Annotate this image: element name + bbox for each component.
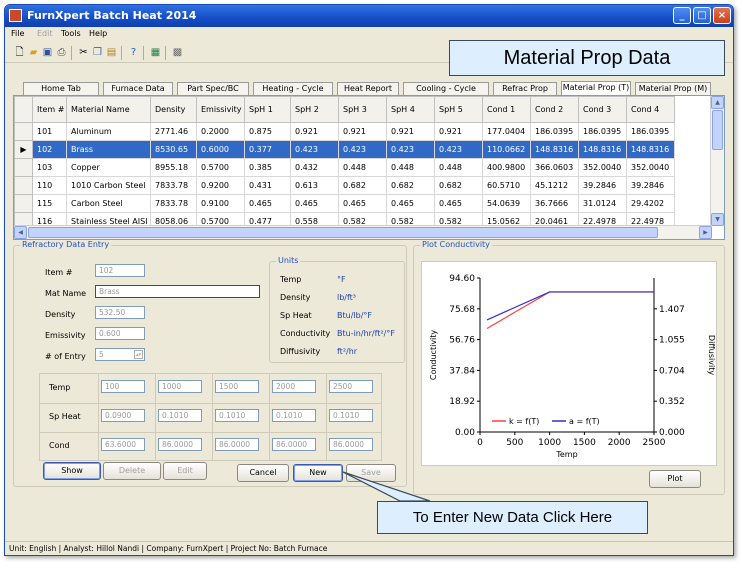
new-data-callout: To Enter New Data Click Here: [377, 501, 648, 534]
callout-pointer: [342, 471, 431, 502]
